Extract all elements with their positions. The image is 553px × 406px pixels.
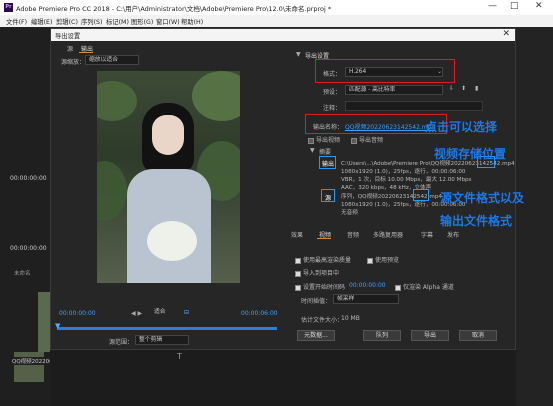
timecode-start[interactable]: 00:00:00:00 <box>59 310 96 317</box>
annotation-src-output-2: 输出文件格式 <box>440 214 513 228</box>
estimated-filesize-label: 估计文件大小： <box>301 317 344 324</box>
window-titlebar: Pr Adobe Premiere Pro CC 2018 - C:\用户\Ad… <box>0 0 553 15</box>
queue-button[interactable]: 队列 <box>363 330 401 341</box>
bottom-area <box>50 350 516 406</box>
menu-clip[interactable]: 剪辑(C) <box>56 17 78 26</box>
max-render-quality-checkbox[interactable]: 使用最高渲染质量 <box>295 255 351 264</box>
tab-publish[interactable]: 发布 <box>447 230 459 239</box>
tab-multiplexer[interactable]: 多路复用器 <box>373 230 403 239</box>
metadata-button[interactable]: 元数据... <box>297 330 335 341</box>
left-timecode-2: 00:00:00:00 <box>10 245 47 252</box>
export-audio-checkbox[interactable]: 导出音频 <box>351 135 383 144</box>
export-button[interactable]: 导出 <box>411 330 449 341</box>
comments-input[interactable] <box>345 101 483 111</box>
menu-bar: 文件(F) 编辑(E) 剪辑(C) 序列(S) 标记(M) 图形(G) 窗口(W… <box>0 15 553 27</box>
minimize-button[interactable]: — <box>488 1 497 11</box>
save-preset-icon[interactable]: ⇩ <box>449 85 454 92</box>
source-scaling-select[interactable]: 缩放以适合 <box>85 55 139 65</box>
menu-sequence[interactable]: 序列(S) <box>81 17 103 26</box>
menu-graphics[interactable]: 图形(G) <box>131 17 153 26</box>
cancel-button[interactable]: 取消 <box>459 330 497 341</box>
output-line-3: VBR，1 次，目标 10.00 Mbps，最大 12.00 Mbps <box>341 177 472 183</box>
start-timecode-value[interactable]: 00:00:00:00 <box>349 282 386 289</box>
tab-effects[interactable]: 效果 <box>291 230 303 239</box>
estimated-filesize-value: 10 MB <box>341 315 360 322</box>
tab-source[interactable]: 源 <box>67 44 73 53</box>
menu-help[interactable]: 帮助(H) <box>181 17 203 26</box>
crop-icon[interactable]: ⊟ <box>184 309 189 316</box>
annotation-click-choose: 点击可以选择 <box>425 120 498 134</box>
annotation-storage-location: 视频存储位置 <box>434 147 507 161</box>
summary-toggle-icon[interactable]: ▼ <box>310 147 315 154</box>
playhead-icon[interactable]: ▼ <box>55 322 60 330</box>
video-preview <box>97 71 240 283</box>
flower-bouquet <box>147 221 197 261</box>
menu-file[interactable]: 文件(F) <box>6 17 27 26</box>
tab-output-underline <box>79 52 93 53</box>
left-thumbnail <box>38 292 50 352</box>
type-tool-icon[interactable]: T <box>177 352 182 361</box>
comments-label: 注释： <box>323 105 342 112</box>
playback-controls-icon[interactable]: ◀ ▶ <box>131 310 142 317</box>
dialog-title: 导出设置 <box>55 33 81 40</box>
time-interpolation-label: 时间插值： <box>301 298 332 305</box>
export-video-checkbox[interactable]: 导出视频 <box>308 135 340 144</box>
source-scaling-label: 源缩放： <box>61 59 86 66</box>
fit-select[interactable]: 适合 <box>151 308 181 318</box>
use-previews-checkbox[interactable]: 使用预览 <box>367 255 399 264</box>
timecode-end[interactable]: 00:00:06:00 <box>241 310 278 317</box>
dialog-close-button[interactable]: ✕ <box>502 29 510 39</box>
left-panel-label: 未命名 <box>14 271 31 277</box>
maximize-button[interactable]: □ <box>510 1 519 11</box>
annotation-src-output-1: 源文件格式以及 <box>440 191 525 205</box>
source-range-select[interactable]: 整个剪辑 <box>135 335 189 345</box>
import-preset-icon[interactable]: ⬆ <box>461 85 466 92</box>
set-start-timecode-checkbox[interactable]: 设置开始时间码 <box>295 282 345 291</box>
menu-edit[interactable]: 编辑(E) <box>31 17 53 26</box>
left-timecode-1: 00:00:00:00 <box>10 175 47 182</box>
app-icon: Pr <box>4 3 13 12</box>
menu-window[interactable]: 窗口(W) <box>156 17 180 26</box>
window-title: Adobe Premiere Pro CC 2018 - C:\用户\Admin… <box>16 5 332 13</box>
dialog-titlebar: 导出设置 ✕ <box>51 29 515 41</box>
output-tag-box <box>319 156 336 169</box>
source-range-label: 源范围： <box>109 339 134 346</box>
preset-select[interactable]: 匹配源 - 高比特率 <box>345 85 443 95</box>
collapse-export-settings-icon[interactable]: ▼ <box>296 51 301 58</box>
time-interpolation-select[interactable]: 帧采样 <box>333 294 399 304</box>
delete-preset-icon[interactable]: ▮ <box>475 85 478 92</box>
render-alpha-only-checkbox[interactable]: 仅渲染 Alpha 通道 <box>395 282 454 291</box>
source-line-3: 无音频 <box>341 210 358 216</box>
output-line-2: 1080x1920 (1.0)，25fps，逐行，00:00:06:00 <box>341 169 466 175</box>
summary-label: 摘要 <box>319 149 332 156</box>
tab-video-underline <box>317 238 331 239</box>
import-into-project-checkbox[interactable]: 导入到项目中 <box>295 268 339 277</box>
timeline-track[interactable] <box>57 327 277 330</box>
preset-label: 预设： <box>323 89 342 96</box>
menu-marker[interactable]: 标记(M) <box>106 17 129 26</box>
tab-captions[interactable]: 字幕 <box>421 230 433 239</box>
source-tag-box <box>321 189 335 202</box>
format-highlight-box <box>315 59 455 83</box>
close-window-button[interactable]: ✕ <box>535 1 543 11</box>
person-face <box>152 115 184 155</box>
tab-audio[interactable]: 音频 <box>347 230 359 239</box>
